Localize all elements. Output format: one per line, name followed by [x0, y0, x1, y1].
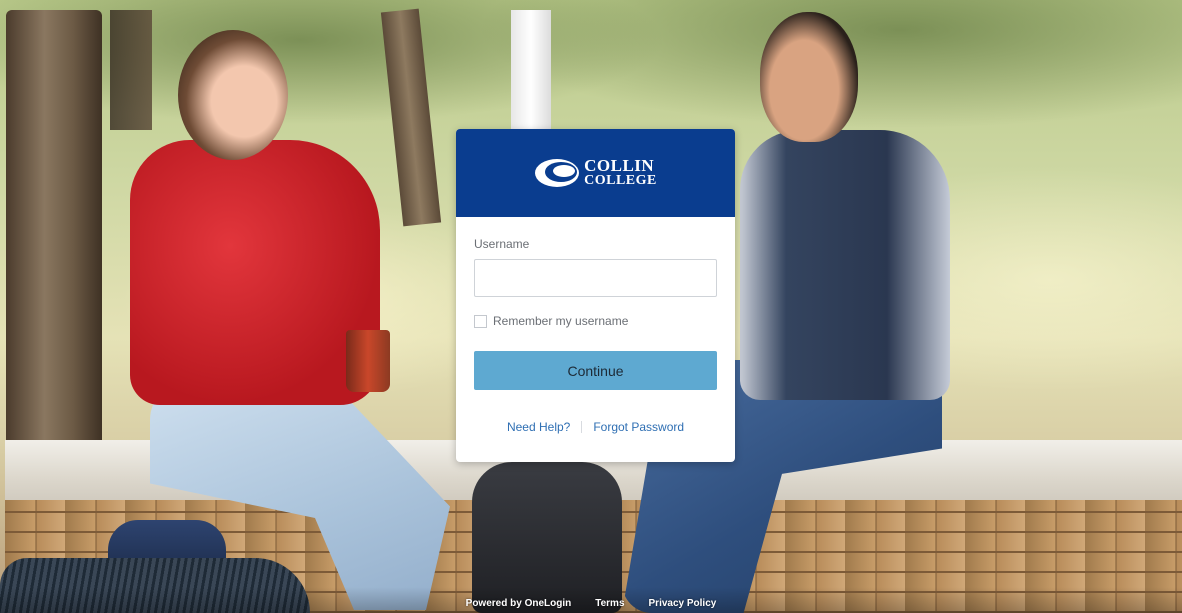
- page-footer: Powered by OneLogin Terms Privacy Policy: [0, 598, 1182, 613]
- tree-trunk-far: [110, 10, 152, 130]
- need-help-link[interactable]: Need Help?: [507, 420, 570, 434]
- terms-link[interactable]: Terms: [595, 598, 624, 613]
- logo-wordmark: COLLIN COLLEGE: [584, 156, 657, 188]
- privacy-policy-link[interactable]: Privacy Policy: [649, 598, 717, 613]
- login-form: Username Remember my username Continue N…: [456, 217, 735, 434]
- tree-trunk-left: [6, 10, 102, 480]
- logo-line-college: COLLEGE: [584, 173, 657, 188]
- collin-swoosh-icon: [535, 159, 580, 187]
- white-pole: [511, 10, 551, 130]
- continue-button[interactable]: Continue: [474, 351, 717, 390]
- forgot-password-link[interactable]: Forgot Password: [593, 420, 684, 434]
- collin-college-logo: COLLIN COLLEGE: [534, 157, 657, 189]
- remember-username-row[interactable]: Remember my username: [474, 314, 717, 328]
- link-separator: [581, 421, 583, 433]
- tumbler-cup: [346, 330, 390, 392]
- student-right-shirt: [740, 130, 950, 400]
- login-card: COLLIN COLLEGE Username Remember my user…: [456, 129, 735, 462]
- login-card-header: COLLIN COLLEGE: [456, 129, 735, 217]
- powered-by-onelogin-link[interactable]: Powered by OneLogin: [466, 598, 572, 613]
- student-left-head: [178, 30, 288, 160]
- username-label: Username: [474, 237, 530, 251]
- logo-line-collin: COLLIN: [584, 156, 655, 175]
- remember-username-checkbox[interactable]: [474, 314, 487, 328]
- student-right-head: [760, 12, 858, 142]
- help-links: Need Help? Forgot Password: [474, 420, 717, 434]
- username-input[interactable]: [474, 259, 717, 297]
- student-left-hoodie: [130, 140, 380, 405]
- remember-username-label[interactable]: Remember my username: [493, 314, 628, 328]
